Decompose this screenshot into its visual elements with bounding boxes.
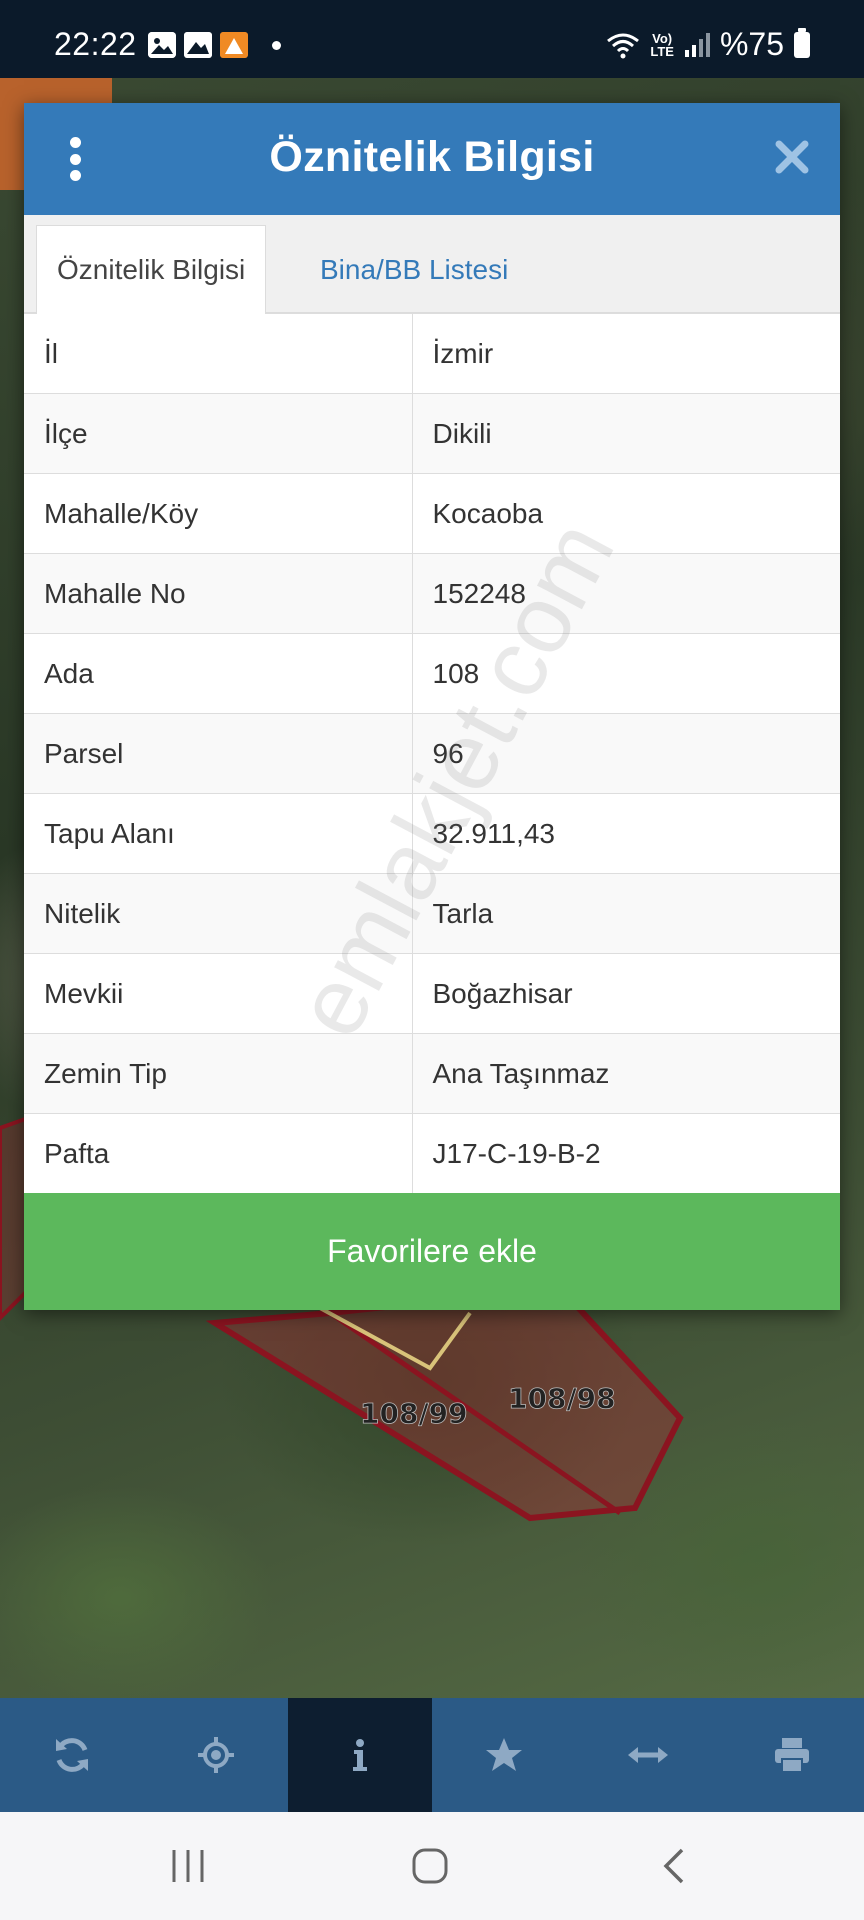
attribute-key: Mevkii [24, 953, 413, 1034]
table-row: Zemin Tip Ana Taşınmaz [24, 1033, 840, 1114]
back-icon[interactable] [654, 1846, 694, 1886]
table-row: İlçe Dikili [24, 393, 840, 474]
attribute-value: Tarla [412, 873, 840, 954]
app-icon [220, 32, 248, 58]
attribute-value: Kocaoba [412, 473, 840, 554]
info-icon[interactable] [288, 1698, 432, 1812]
attribute-key: Tapu Alanı [24, 793, 413, 874]
attribute-value: İzmir [412, 313, 840, 394]
system-status: Vo) LTE %75 [606, 26, 810, 63]
attribute-value: 108 [412, 633, 840, 714]
attribute-key: Pafta [24, 1113, 413, 1194]
attribute-key: Ada [24, 633, 413, 714]
home-icon[interactable] [410, 1846, 450, 1886]
lte-indicator: Vo) LTE [650, 32, 674, 58]
table-row: Ada 108 [24, 633, 840, 714]
table-row: Mevkii Boğazhisar [24, 953, 840, 1034]
attribute-value: Dikili [412, 393, 840, 474]
attribute-key: Mahalle/Köy [24, 473, 413, 554]
attribute-key: Zemin Tip [24, 1033, 413, 1114]
attribute-table: İl İzmir İlçe Dikili Mahalle/Köy Kocaoba Mahal… [24, 313, 840, 1194]
attribute-key: Mahalle No [24, 553, 413, 634]
attribute-key: Parsel [24, 713, 413, 794]
table-row: Mahalle No 152248 [24, 553, 840, 634]
notification-icons [148, 32, 281, 58]
table-row: Parsel 96 [24, 713, 840, 794]
attribute-value: J17-C-19-B-2 [412, 1113, 840, 1194]
locate-icon[interactable] [144, 1698, 288, 1812]
attribute-key: İl [24, 313, 413, 394]
tab-bar: Öznitelik Bilgisi Bina/BB Listesi [24, 215, 840, 314]
attribute-value: 152248 [412, 553, 840, 634]
print-icon[interactable] [720, 1698, 864, 1812]
map-toolbar [0, 1698, 864, 1812]
attribute-key: İlçe [24, 393, 413, 474]
lte-label: LTE [650, 43, 674, 59]
star-icon[interactable] [432, 1698, 576, 1812]
tab-attribute-info[interactable]: Öznitelik Bilgisi [36, 225, 267, 314]
attribute-value: 32.911,43 [412, 793, 840, 874]
image-icon [184, 32, 212, 58]
table-row: Pafta J17-C-19-B-2 [24, 1113, 840, 1194]
table-row: Mahalle/Köy Kocaoba [24, 473, 840, 554]
table-row: İl İzmir [24, 313, 840, 394]
close-icon[interactable] [772, 137, 812, 177]
attribute-value: Boğazhisar [412, 953, 840, 1034]
system-nav-bar [0, 1812, 864, 1920]
signal-icon [684, 32, 710, 57]
parcel-label: 108/98 [508, 1382, 616, 1415]
table-row: Nitelik Tarla [24, 873, 840, 954]
notification-dot-icon [272, 41, 281, 50]
attribute-key: Nitelik [24, 873, 413, 954]
dialog-header: Öznitelik Bilgisi [24, 103, 840, 215]
parcel-label: 108/99 [360, 1397, 468, 1430]
status-time: 22:22 [54, 26, 137, 62]
wifi-icon [607, 33, 640, 58]
volte-label: Vo) [652, 30, 673, 46]
attribute-value: 96 [412, 713, 840, 794]
tab-building-list[interactable]: Bina/BB Listesi [300, 225, 528, 314]
attribute-dialog: Öznitelik Bilgisi Öznitelik Bilgisi Bina… [24, 103, 840, 1310]
attribute-value: Ana Taşınmaz [412, 1033, 840, 1114]
refresh-icon[interactable] [0, 1698, 144, 1812]
battery-icon [794, 27, 810, 58]
gallery-icon [148, 32, 176, 58]
battery-percent: %75 [719, 26, 784, 62]
status-bar: 22:22 Vo) LTE %75 [0, 0, 864, 78]
dialog-title: Öznitelik Bilgisi [269, 133, 595, 181]
table-row: Tapu Alanı 32.911,43 [24, 793, 840, 874]
measure-icon[interactable] [576, 1698, 720, 1812]
add-to-favorites-button[interactable]: Favorilere ekle [24, 1193, 840, 1310]
recent-apps-icon[interactable] [168, 1846, 208, 1886]
